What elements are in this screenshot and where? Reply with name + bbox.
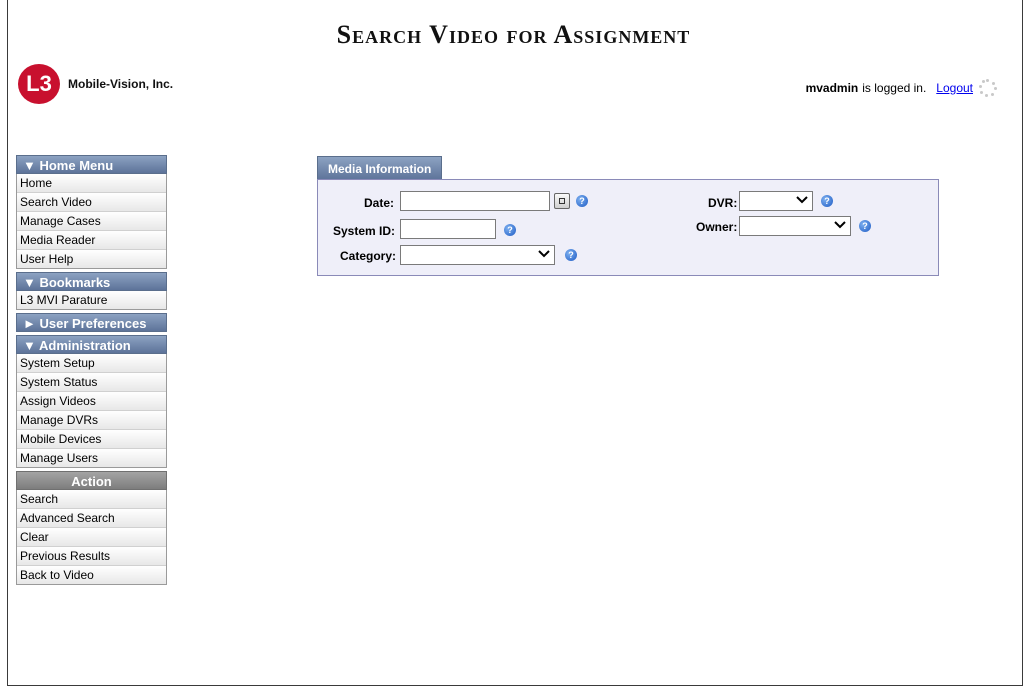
dvr-help-icon[interactable]: ? (821, 195, 833, 207)
category-label: Category: (340, 249, 397, 263)
bookmarks-list: L3 MVI Parature (16, 291, 167, 310)
media-information-panel: Date: ? System ID: ? Category: ? DVR: ? … (317, 179, 939, 276)
date-label: Date: (364, 196, 395, 210)
dvr-select[interactable] (739, 191, 813, 211)
dvr-label: DVR: (708, 196, 738, 210)
tab-media-information[interactable]: Media Information (317, 156, 443, 180)
chevron-down-icon (834, 221, 846, 229)
chevron-down-icon (538, 250, 550, 258)
administration-list: System Setup System Status Assign Videos… (16, 354, 167, 468)
sidebar-item-manage-dvrs[interactable]: Manage DVRs (17, 411, 166, 430)
home-menu-list: Home Search Video Manage Cases Media Rea… (16, 174, 167, 269)
logged-in-user: mvadmin (805, 81, 859, 95)
action-advanced-search[interactable]: Advanced Search (17, 509, 166, 528)
logout-link[interactable]: Logout (936, 81, 973, 95)
bookmarks-header[interactable]: ▼ Bookmarks (16, 272, 167, 291)
sidebar: ▼ Home Menu Home Search Video Manage Cas… (16, 155, 167, 588)
company-logo: L3 Mobile-Vision, Inc. (18, 64, 173, 104)
home-menu-header[interactable]: ▼ Home Menu (16, 155, 167, 174)
l3-logo-icon: L3 (18, 64, 60, 104)
user-preferences-header[interactable]: ► User Preferences (16, 313, 167, 332)
calendar-icon[interactable] (554, 193, 570, 209)
owner-label: Owner: (696, 220, 738, 234)
owner-select[interactable] (739, 216, 851, 236)
action-previous-results[interactable]: Previous Results (17, 547, 166, 566)
administration-header[interactable]: ▼ Administration (16, 335, 167, 354)
sidebar-item-search-video[interactable]: Search Video (17, 193, 166, 212)
date-field[interactable] (400, 191, 550, 211)
owner-help-icon[interactable]: ? (859, 220, 871, 232)
action-search[interactable]: Search (17, 490, 166, 509)
login-status-text: is logged in. (862, 81, 927, 95)
sidebar-item-assign-videos[interactable]: Assign Videos (17, 392, 166, 411)
category-select[interactable] (400, 245, 555, 265)
system-id-help-icon[interactable]: ? (504, 224, 516, 236)
category-help-icon[interactable]: ? (565, 249, 577, 261)
system-id-label: System ID: (333, 224, 396, 238)
login-status: mvadmin is logged in. Logout (806, 79, 997, 97)
sidebar-item-system-status[interactable]: System Status (17, 373, 166, 392)
sidebar-item-user-help[interactable]: User Help (17, 250, 166, 268)
sidebar-item-media-reader[interactable]: Media Reader (17, 231, 166, 250)
loading-spinner-icon (979, 79, 997, 97)
page-title: Search Video for Assignment (336, 20, 691, 49)
chevron-down-icon (796, 196, 808, 204)
sidebar-item-l3-mvi-parature[interactable]: L3 MVI Parature (17, 291, 166, 309)
action-header: Action (16, 471, 167, 490)
sidebar-item-manage-cases[interactable]: Manage Cases (17, 212, 166, 231)
company-name: Mobile-Vision, Inc. (68, 77, 174, 91)
action-clear[interactable]: Clear (17, 528, 166, 547)
sidebar-item-home[interactable]: Home (17, 174, 166, 193)
search-form-area: Media Information Date: ? System ID: ? C… (317, 155, 939, 276)
sidebar-item-system-setup[interactable]: System Setup (17, 354, 166, 373)
action-back-to-video[interactable]: Back to Video (17, 566, 166, 584)
action-list: Search Advanced Search Clear Previous Re… (16, 490, 167, 585)
system-id-field[interactable] (400, 219, 496, 239)
date-help-icon[interactable]: ? (576, 195, 588, 207)
sidebar-item-manage-users[interactable]: Manage Users (17, 449, 166, 467)
sidebar-item-mobile-devices[interactable]: Mobile Devices (17, 430, 166, 449)
